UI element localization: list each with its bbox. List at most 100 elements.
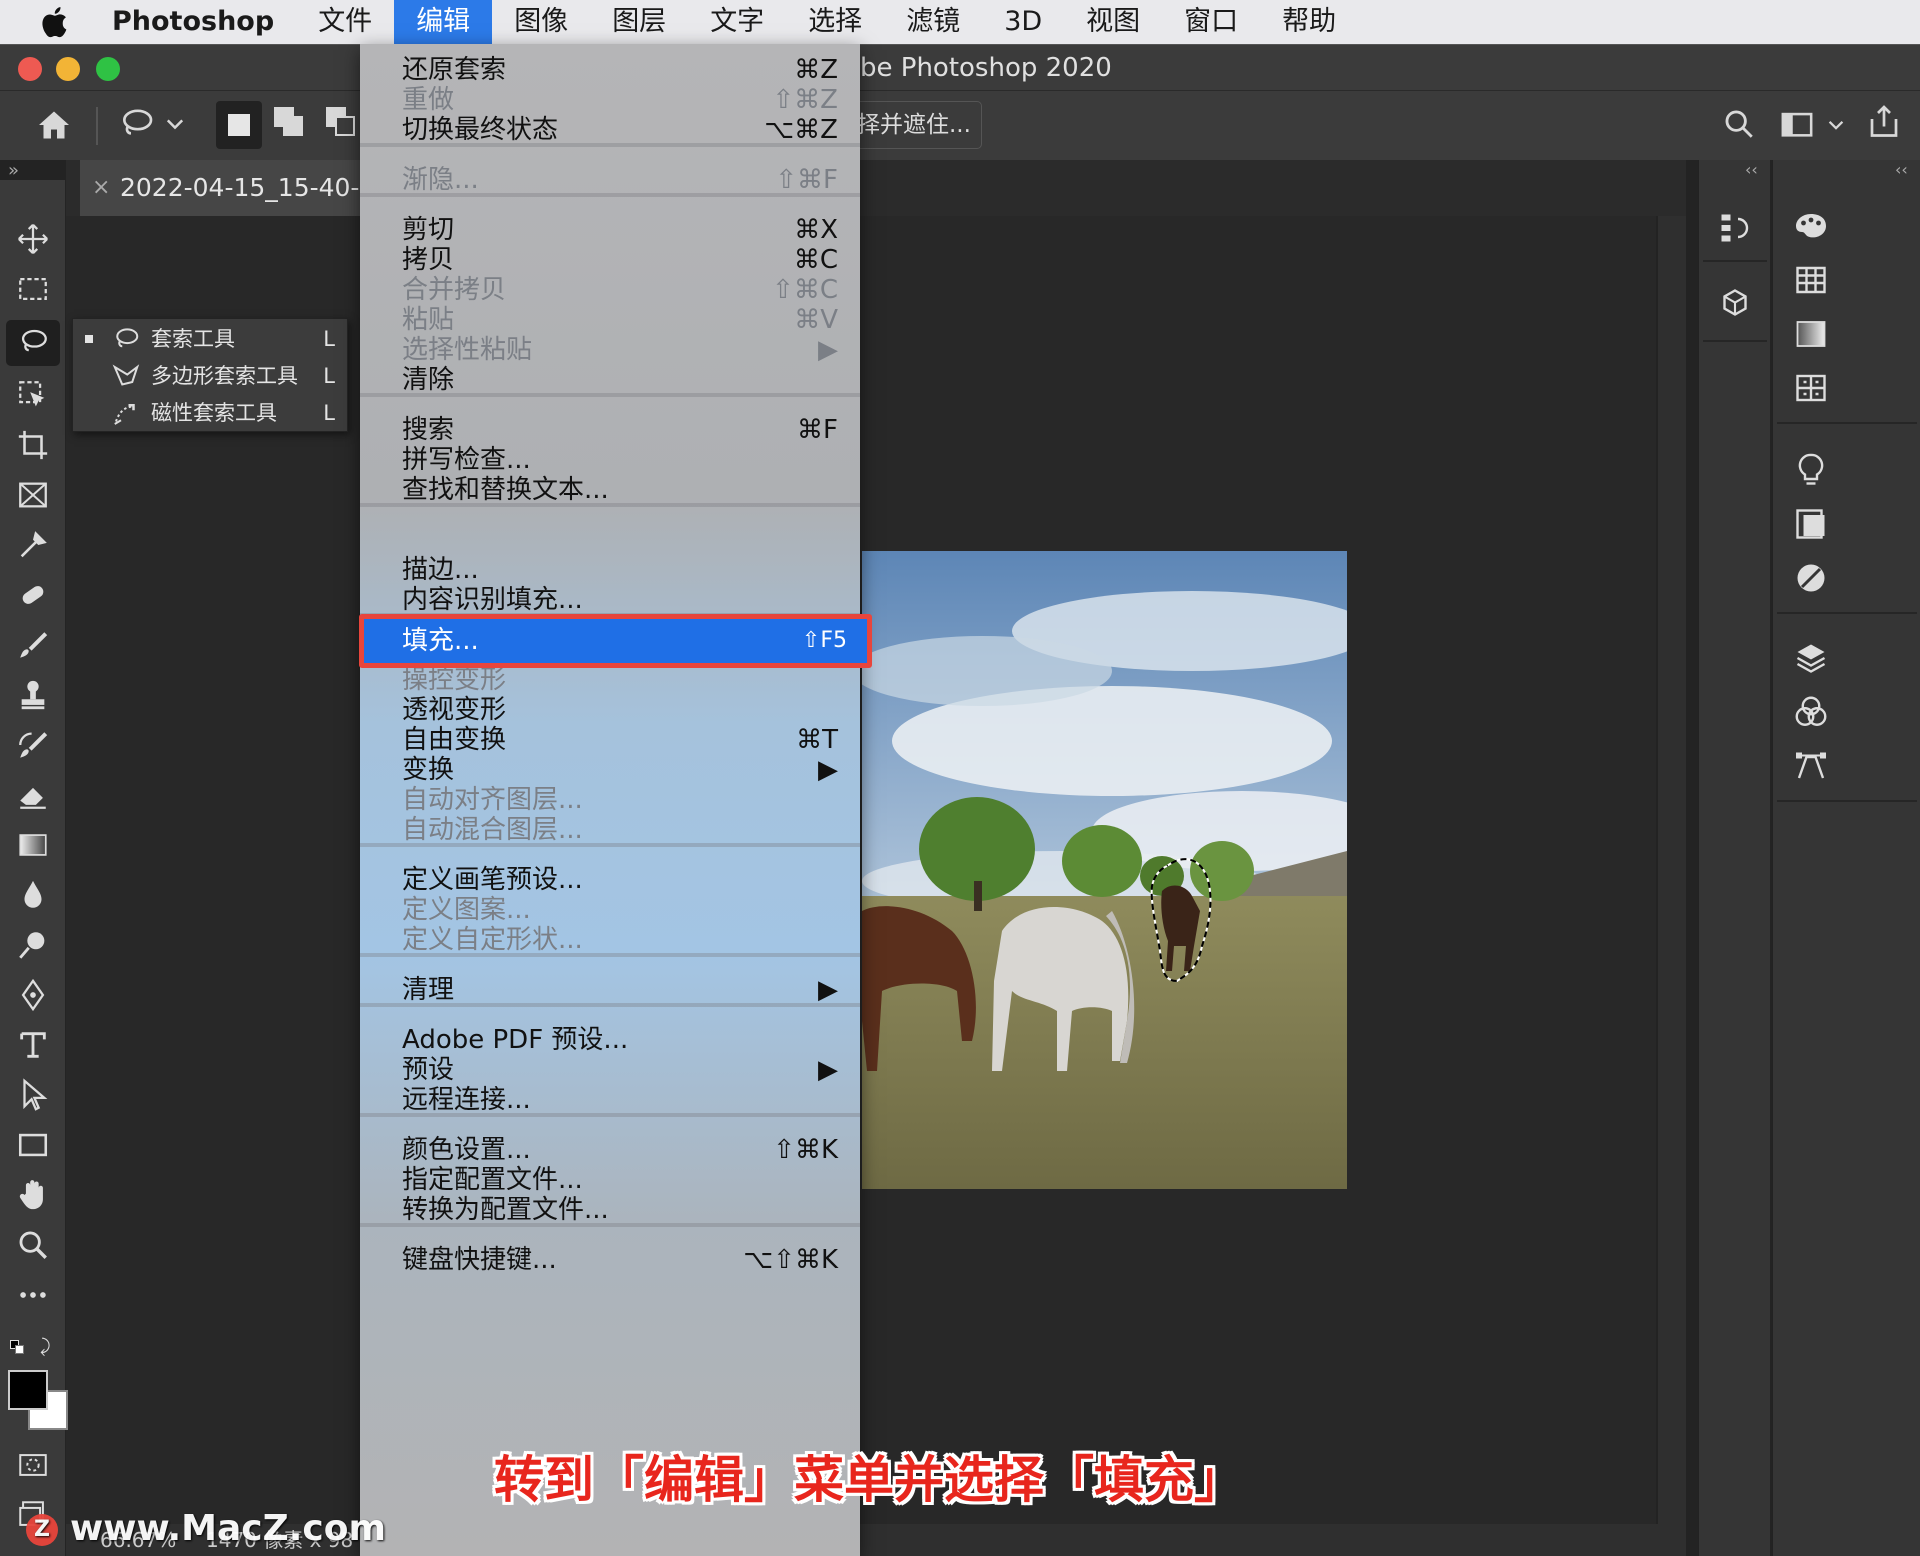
chevron-down-icon[interactable] <box>166 115 184 133</box>
frame-tool-icon[interactable] <box>14 476 52 514</box>
type-tool-icon[interactable] <box>14 1026 52 1064</box>
brush-tool-icon[interactable] <box>14 626 52 664</box>
panel-dock-expanded: ‹‹ <box>1772 160 1920 1556</box>
3d-panel-icon[interactable] <box>1715 284 1755 324</box>
polygonal-lasso-tool-item[interactable]: 多边形套索工具 L <box>73 358 349 395</box>
history-panel-icon[interactable] <box>1715 208 1755 248</box>
menu-item-shortcut: ⌥⇧⌘K <box>743 1245 838 1275</box>
move-tool-icon[interactable] <box>14 220 52 258</box>
lasso-tool-shortcut: L <box>323 327 335 351</box>
zoom-window-button[interactable] <box>96 57 120 81</box>
panel-dock-collapsed: ‹‹ <box>1698 160 1770 1556</box>
more-tools-icon[interactable] <box>14 1276 52 1314</box>
menu-item[interactable]: 键盘快捷键... ⌥⇧⌘K <box>360 1242 860 1279</box>
eraser-tool-icon[interactable] <box>14 776 52 814</box>
minimize-window-button[interactable] <box>56 57 80 81</box>
adjustments-panel-icon[interactable] <box>1791 558 1831 598</box>
lasso-tool-label: 套索工具 <box>151 327 235 351</box>
channels-panel-icon[interactable] <box>1791 692 1831 732</box>
close-tab-icon[interactable]: × <box>92 160 110 216</box>
chevron-down-icon[interactable] <box>1828 117 1844 133</box>
menu-edit[interactable]: 编辑 <box>394 0 493 44</box>
dodge-tool-icon[interactable] <box>14 926 52 964</box>
menu-type[interactable]: 文字 <box>688 0 786 44</box>
menu-view[interactable]: 视图 <box>1064 0 1162 44</box>
document-tab[interactable]: × 2022-04-15_15-40- <box>80 160 380 216</box>
menu-3d[interactable]: 3D <box>982 0 1064 44</box>
menu-separator <box>360 393 860 397</box>
menu-separator <box>360 143 860 147</box>
home-icon[interactable] <box>36 107 72 143</box>
close-window-button[interactable] <box>18 57 42 81</box>
object-selection-tool-icon[interactable] <box>14 376 52 414</box>
lasso-icon <box>116 328 139 348</box>
window-titlebar: be Photoshop 2020 <box>0 44 1920 90</box>
quick-mask-icon[interactable] <box>14 1446 52 1484</box>
healing-brush-tool-icon[interactable] <box>14 576 52 614</box>
patterns-panel-icon[interactable] <box>1791 368 1831 408</box>
marquee-tool-icon[interactable] <box>14 270 52 308</box>
eyedropper-tool-icon[interactable] <box>14 526 52 564</box>
add-selection-button[interactable] <box>274 107 306 139</box>
divider <box>1777 800 1917 802</box>
swatches-panel-icon[interactable] <box>1791 260 1831 300</box>
document-image[interactable] <box>862 551 1347 1189</box>
menu-separator <box>360 193 860 197</box>
clone-stamp-tool-icon[interactable] <box>14 676 52 714</box>
magnetic-lasso-tool-item[interactable]: 磁性套索工具 L <box>73 395 349 432</box>
lasso-preset-icon[interactable] <box>116 105 156 145</box>
menu-separator <box>360 503 860 507</box>
swap-colors-icon[interactable]: ⤸ <box>40 1336 51 1357</box>
select-and-mask-button[interactable]: 择并遮住... <box>850 101 982 149</box>
paths-panel-icon[interactable] <box>1791 746 1831 786</box>
rectangle-tool-icon[interactable] <box>14 1126 52 1164</box>
menu-layer[interactable]: 图层 <box>590 0 688 44</box>
menu-separator <box>360 843 860 847</box>
edit-menu: 还原套索 ⌘Z 重做 ⇧⌘Z 切换最终状态 ⌥⌘Z 渐隐... ⇧⌘F 剪切 ⌘X 拷贝 ⌘C 合并拷贝… <box>360 44 860 1556</box>
macz-logo-icon: Z <box>26 1514 58 1546</box>
blur-tool-icon[interactable] <box>14 876 52 914</box>
learn-panel-icon[interactable] <box>1791 450 1831 490</box>
history-brush-tool-icon[interactable] <box>14 726 52 764</box>
libraries-panel-icon[interactable] <box>1791 504 1831 544</box>
menu-help[interactable]: 帮助 <box>1260 0 1358 44</box>
menu-file[interactable]: 文件 <box>296 0 394 44</box>
share-icon[interactable] <box>1866 103 1902 141</box>
menu-select[interactable]: 选择 <box>786 0 884 44</box>
menu-separator <box>360 1003 860 1007</box>
expand-toolbar-icon[interactable]: » <box>8 160 19 181</box>
tools-panel: ⤸ <box>0 180 68 1556</box>
path-selection-tool-icon[interactable] <box>14 1076 52 1114</box>
new-selection-button[interactable] <box>216 101 262 149</box>
apple-icon[interactable] <box>38 4 74 40</box>
subtract-selection-button[interactable] <box>326 107 358 139</box>
lasso-tool-icon[interactable] <box>6 320 60 366</box>
window-title: be Photoshop 2020 <box>860 53 1112 83</box>
crop-tool-icon[interactable] <box>14 426 52 464</box>
gradient-tool-icon[interactable] <box>14 826 52 864</box>
menu-app-name[interactable]: Photoshop <box>104 0 296 44</box>
hand-tool-icon[interactable] <box>14 1176 52 1214</box>
search-icon[interactable] <box>1722 107 1756 141</box>
collapse-dock-icon[interactable]: ‹‹ <box>1745 160 1758 179</box>
lasso-tool-item[interactable]: 套索工具 L <box>73 321 349 358</box>
watermark-text: www.MacZ.com <box>70 1508 386 1549</box>
foreground-color-swatch[interactable] <box>8 1370 48 1410</box>
menu-image[interactable]: 图像 <box>492 0 590 44</box>
menu-separator <box>360 953 860 957</box>
workspace-icon[interactable] <box>1780 109 1814 139</box>
layers-panel-icon[interactable] <box>1791 638 1831 678</box>
default-colors-icon[interactable] <box>10 1340 26 1356</box>
options-bar: 择并遮住... <box>0 90 1920 160</box>
menu-window[interactable]: 窗口 <box>1162 0 1260 44</box>
magnetic-lasso-tool-label: 磁性套索工具 <box>151 401 277 425</box>
menu-filter[interactable]: 滤镜 <box>884 0 982 44</box>
collapse-dock-icon[interactable]: ‹‹ <box>1895 160 1908 179</box>
menu-separator <box>360 1113 860 1117</box>
gradients-panel-icon[interactable] <box>1791 314 1831 354</box>
menu-item-fill-highlighted[interactable]: 填充... ⇧F5 <box>359 614 872 668</box>
pen-tool-icon[interactable] <box>14 976 52 1014</box>
vertical-scrollbar[interactable] <box>1658 216 1686 1524</box>
color-panel-icon[interactable] <box>1791 206 1831 246</box>
zoom-tool-icon[interactable] <box>14 1226 52 1264</box>
